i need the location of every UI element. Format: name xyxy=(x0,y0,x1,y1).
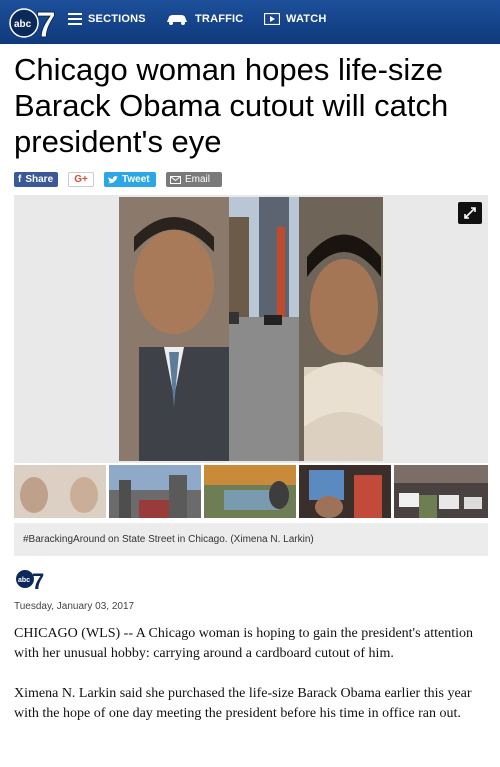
top-navigation-bar: abc 7 SECTIONS TRAFFIC WATCH xyxy=(0,0,500,44)
share-buttons: f Share G+ Tweet Email xyxy=(14,172,222,188)
expand-fullscreen-button[interactable] xyxy=(458,202,482,224)
twitter-tweet-button[interactable]: Tweet xyxy=(104,172,156,187)
photo-gallery xyxy=(14,195,488,463)
expand-icon xyxy=(464,207,476,219)
thumbnail-3[interactable] xyxy=(204,465,296,518)
sections-label: SECTIONS xyxy=(88,13,146,25)
photo-caption-text: #BarackingAround on State Street in Chic… xyxy=(23,534,314,545)
publish-date: Tuesday, January 03, 2017 xyxy=(14,601,135,612)
logo-seven-text: 7 xyxy=(36,4,56,43)
article-paragraph: Ximena N. Larkin said she purchased the … xyxy=(14,686,472,721)
article-body: CHICAGO (WLS) -- A Chicago woman is hopi… xyxy=(14,624,490,744)
sections-menu-button[interactable]: SECTIONS xyxy=(68,13,146,25)
watch-button[interactable]: WATCH xyxy=(264,13,327,25)
twitter-bird-icon xyxy=(108,175,118,183)
abc7-logo[interactable]: abc 7 xyxy=(6,3,58,43)
watch-label: WATCH xyxy=(286,13,327,25)
traffic-button[interactable]: TRAFFIC xyxy=(165,13,243,25)
facebook-icon: f xyxy=(18,174,22,185)
small-logo-seven-text: 7 xyxy=(32,569,44,591)
main-photo[interactable] xyxy=(119,197,383,461)
article-headline: Chicago woman hopes life-size Barack Oba… xyxy=(14,52,449,159)
thumbnail-5[interactable] xyxy=(394,465,488,518)
email-label: Email xyxy=(185,174,211,185)
article-paragraph: CHICAGO (WLS) -- A Chicago woman is hopi… xyxy=(14,626,474,661)
tweet-label: Tweet xyxy=(122,174,150,185)
hamburger-icon xyxy=(68,13,82,25)
facebook-share-label: Share xyxy=(25,174,54,185)
google-plus-label: G+ xyxy=(74,174,88,185)
thumbnail-4[interactable] xyxy=(299,465,391,518)
small-logo-abc-text: abc xyxy=(18,577,30,584)
photo-caption: #BarackingAround on State Street in Chic… xyxy=(14,523,488,556)
thumbnail-1[interactable] xyxy=(14,465,106,518)
envelope-icon xyxy=(170,175,181,184)
car-icon xyxy=(167,15,187,25)
facebook-share-button[interactable]: f Share xyxy=(14,172,58,187)
play-screen-icon xyxy=(264,13,280,25)
email-share-button[interactable]: Email xyxy=(166,172,222,187)
thumbnail-strip xyxy=(14,465,488,518)
traffic-label: TRAFFIC xyxy=(195,13,244,25)
thumbnail-2[interactable] xyxy=(109,465,201,518)
logo-abc-text: abc xyxy=(14,19,32,30)
abc7-small-logo: abc 7 xyxy=(16,569,44,591)
google-plus-button[interactable]: G+ xyxy=(68,172,94,187)
